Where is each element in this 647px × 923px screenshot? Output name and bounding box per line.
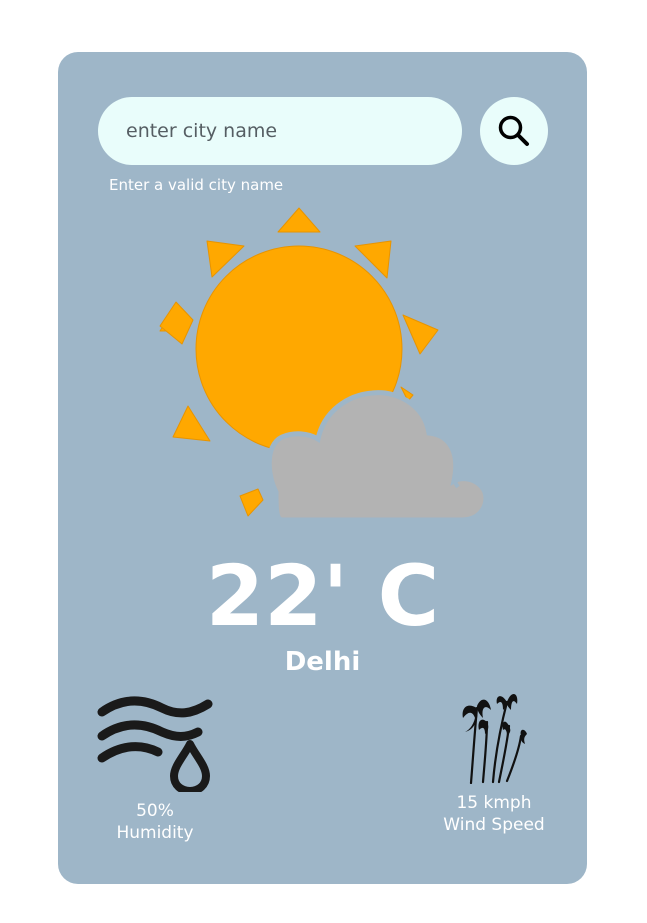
- humidity-label: Humidity: [116, 823, 194, 843]
- partly-cloudy-icon: [159, 207, 489, 520]
- wind-speed-label: Wind Speed: [443, 815, 545, 835]
- humidity-icon: [97, 696, 213, 792]
- error-message: Enter a valid city name: [109, 176, 284, 194]
- temperature-value: 22' C: [205, 547, 440, 645]
- search-icon: [498, 115, 529, 146]
- humidity-stat: 50% Humidity: [94, 692, 216, 844]
- wind-speed-stat: 15 kmph Wind Speed: [429, 688, 559, 836]
- search-button[interactable]: [480, 97, 548, 165]
- wind-trees-icon: [462, 693, 527, 784]
- city-search-input[interactable]: [98, 97, 462, 165]
- city-name: Delhi: [284, 647, 361, 677]
- weather-card: Enter a valid city name 22' C Delhi: [58, 52, 587, 884]
- humidity-value: 50%: [136, 801, 174, 821]
- wind-speed-value: 15 kmph: [456, 793, 532, 813]
